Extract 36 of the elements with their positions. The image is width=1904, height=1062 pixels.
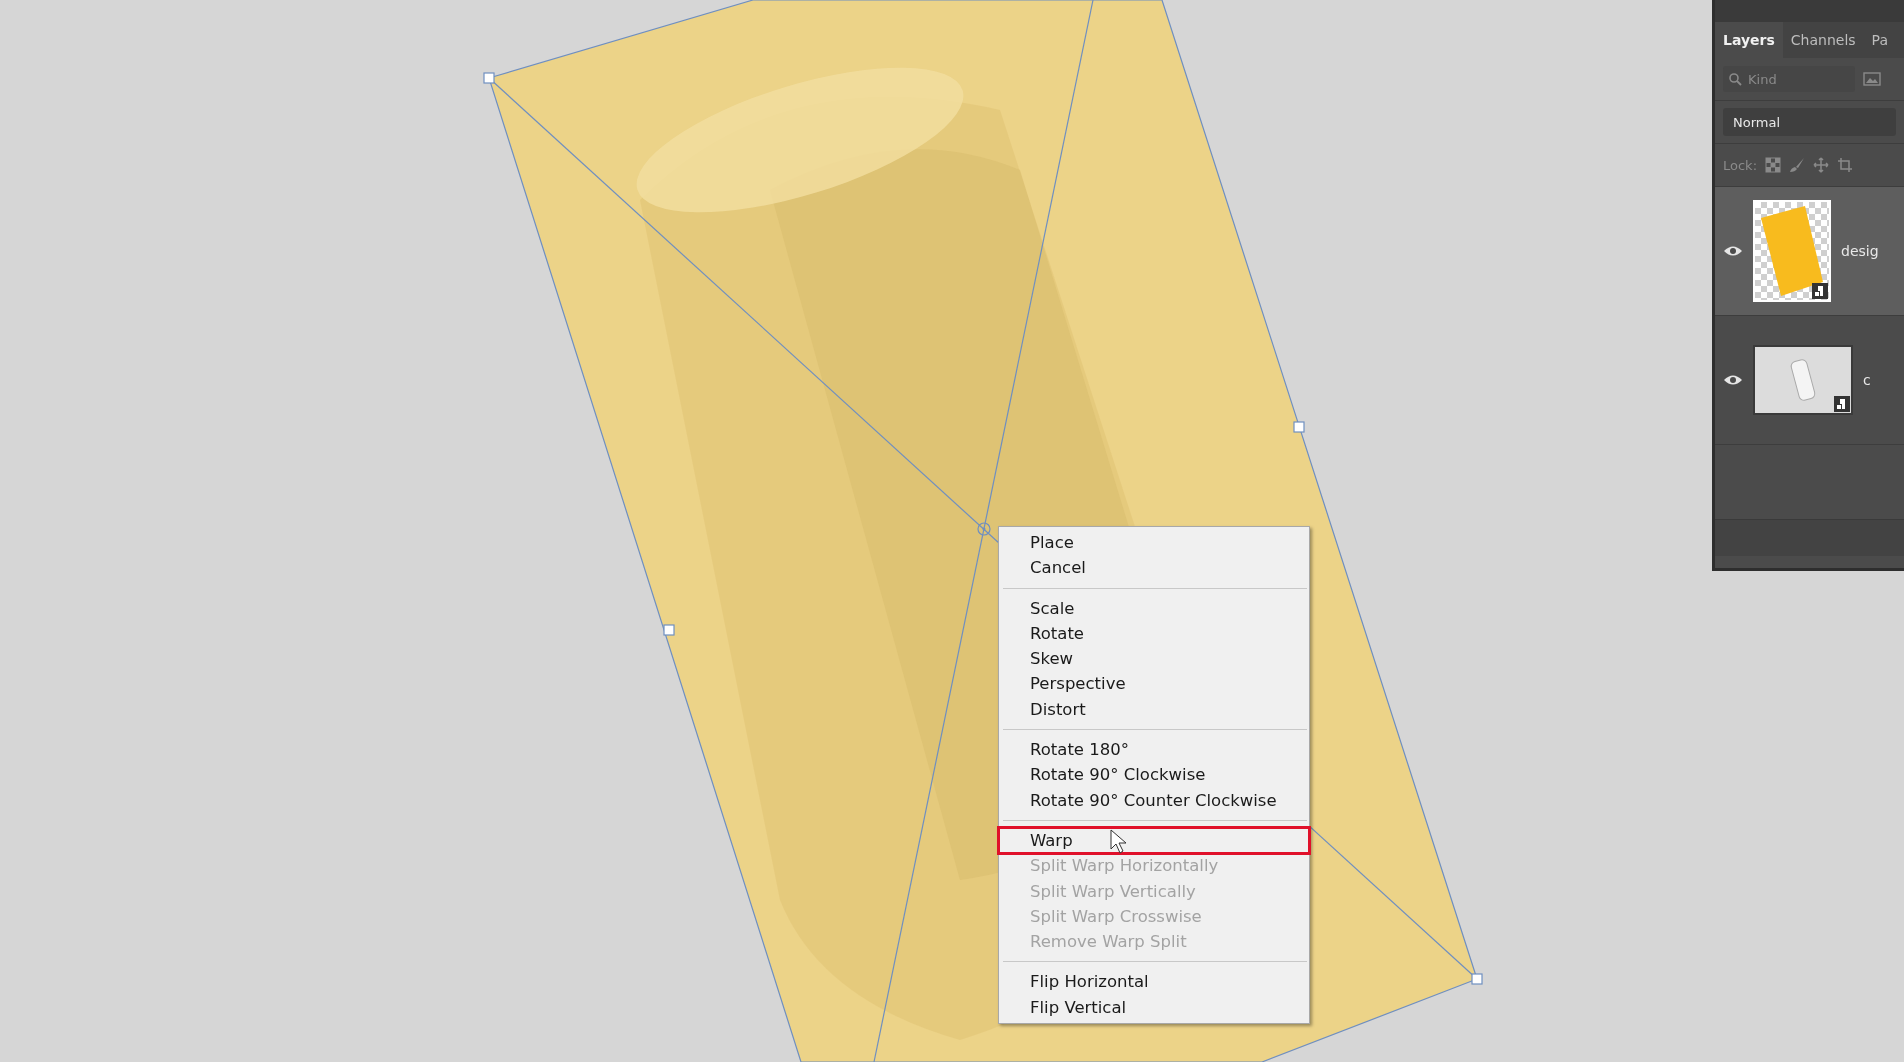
menu-item[interactable]: Rotate 90° Clockwise	[999, 762, 1309, 788]
menu-item[interactable]: Distort	[999, 696, 1309, 723]
smart-object-icon	[1834, 396, 1850, 412]
mouse-cursor-icon	[1110, 829, 1128, 855]
search-icon	[1729, 72, 1742, 86]
move-icon[interactable]	[1813, 157, 1830, 173]
layer-name: desig	[1841, 243, 1879, 259]
transform-handle[interactable]	[1293, 421, 1305, 433]
lock-label: Lock:	[1723, 157, 1758, 173]
layer-row[interactable]: desig	[1715, 187, 1904, 316]
transform-handle[interactable]	[1471, 973, 1483, 985]
transform-handle[interactable]	[483, 72, 495, 84]
panel-tab[interactable]: Layers	[1715, 22, 1783, 58]
panel-tab[interactable]: Pa	[1863, 22, 1896, 58]
menu-item[interactable]: Flip Horizontal	[999, 969, 1309, 995]
menu-item[interactable]: Rotate 90° Counter Clockwise	[999, 787, 1309, 813]
menu-item[interactable]: Rotate 180°	[999, 737, 1309, 763]
menu-item[interactable]: Perspective	[999, 671, 1309, 697]
menu-item[interactable]: Warp	[999, 827, 1309, 854]
blend-mode-dropdown[interactable]: Normal	[1723, 108, 1896, 136]
menu-item[interactable]: Flip Vertical	[999, 994, 1309, 1021]
image-filter-icon[interactable]	[1863, 72, 1881, 86]
eye-icon[interactable]	[1723, 374, 1743, 386]
crop-icon[interactable]	[1837, 157, 1854, 173]
smart-object-icon	[1812, 283, 1828, 299]
checkerboard-icon[interactable]	[1765, 157, 1782, 173]
menu-item[interactable]: Cancel	[999, 555, 1309, 581]
menu-item[interactable]: Skew	[999, 646, 1309, 672]
menu-item[interactable]: Place	[999, 530, 1309, 556]
transform-handle[interactable]	[663, 624, 675, 636]
menu-item[interactable]: Scale	[999, 595, 1309, 621]
layer-name: c	[1863, 372, 1871, 388]
panel-tab[interactable]: Channels	[1782, 22, 1864, 58]
eye-icon[interactable]	[1723, 245, 1743, 257]
menu-item[interactable]: Rotate	[999, 620, 1309, 647]
reference-point-icon[interactable]	[977, 522, 991, 536]
